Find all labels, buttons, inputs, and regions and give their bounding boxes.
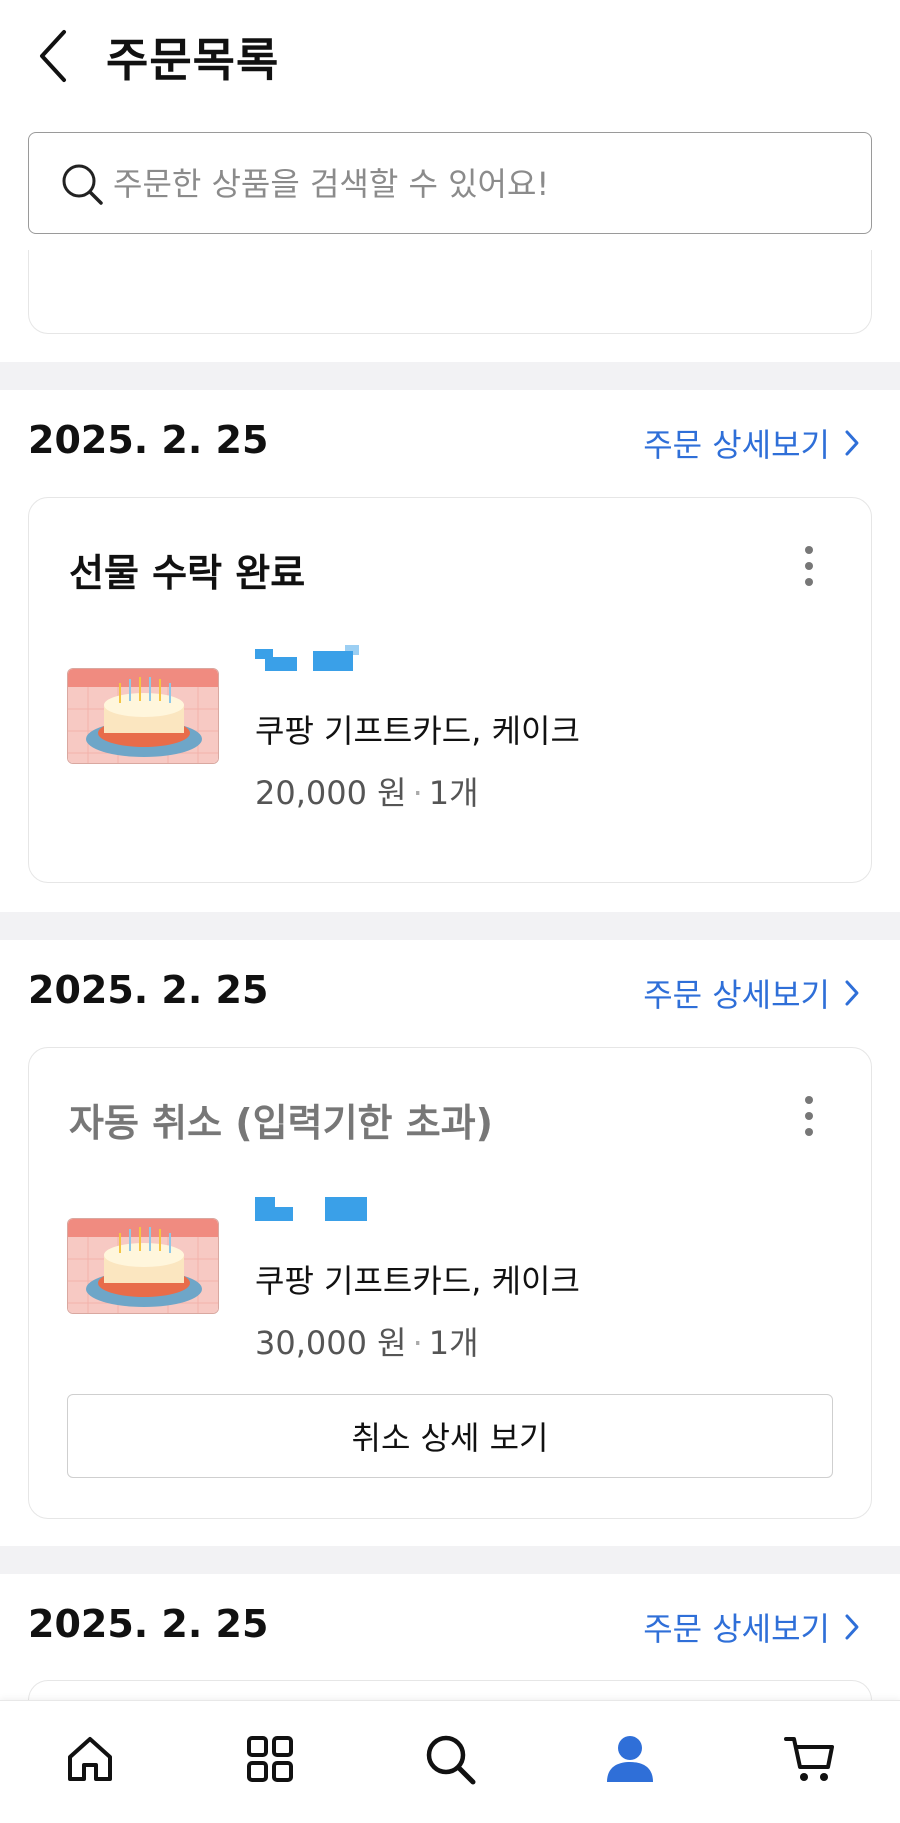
- top-header: 주문목록: [0, 0, 900, 112]
- seller-name-redacted: [255, 1195, 395, 1225]
- order-detail-link-label: 주문 상세보기: [643, 1610, 830, 1648]
- product-name[interactable]: 쿠팡 기프트카드, 케이크: [255, 706, 580, 752]
- cake-giftcard-image: [68, 1219, 218, 1313]
- section-divider: [0, 1546, 900, 1574]
- nav-home-button[interactable]: [60, 1729, 120, 1789]
- order-detail-link[interactable]: 주문 상세보기: [643, 1604, 860, 1650]
- nav-category-button[interactable]: [240, 1729, 300, 1789]
- nav-cart-button[interactable]: [780, 1729, 840, 1789]
- category-grid-icon: [247, 1736, 293, 1782]
- seller-name-redacted: [255, 645, 395, 675]
- section-divider: [0, 362, 900, 390]
- order-date: 2025. 2. 25: [28, 1602, 269, 1646]
- page-title: 주문목록: [106, 33, 280, 87]
- chevron-right-icon: [845, 1614, 859, 1640]
- more-dots-icon: [805, 546, 813, 554]
- search-bar[interactable]: [28, 132, 872, 234]
- more-options-button[interactable]: [799, 1096, 819, 1140]
- order-detail-link-label: 주문 상세보기: [643, 976, 830, 1014]
- order-card[interactable]: 자동 취소 (입력기한 초과) 쿠팡 기프트카드, 케이크 30,000 원 ·…: [28, 1047, 872, 1519]
- nav-search-button[interactable]: [420, 1729, 480, 1789]
- my-account-icon: [607, 1736, 653, 1782]
- price: 20,000 원: [255, 774, 407, 812]
- cancel-detail-button[interactable]: 취소 상세 보기: [67, 1394, 833, 1478]
- search-icon: [62, 164, 103, 205]
- price-quantity: 30,000 원 · 1개: [255, 1324, 479, 1362]
- more-options-button[interactable]: [799, 546, 819, 590]
- price-quantity: 20,000 원 · 1개: [255, 774, 479, 812]
- back-button[interactable]: [30, 26, 80, 86]
- more-dots-icon: [805, 1096, 813, 1104]
- price: 30,000 원: [255, 1324, 407, 1362]
- order-status: 선물 수락 완료: [69, 551, 306, 595]
- search-icon: [426, 1735, 476, 1785]
- quantity: 1개: [428, 774, 479, 812]
- order-status: 자동 취소 (입력기한 초과): [69, 1101, 494, 1145]
- order-detail-link[interactable]: 주문 상세보기: [643, 420, 860, 466]
- bottom-navigation: [0, 1700, 900, 1823]
- order-detail-link[interactable]: 주문 상세보기: [643, 970, 860, 1016]
- chevron-left-icon: [40, 30, 66, 82]
- product-name[interactable]: 쿠팡 기프트카드, 케이크: [255, 1256, 580, 1302]
- order-card[interactable]: 선물 수락 완료 쿠팡 기프트카드, 케이크 20,000 원 · 1개: [28, 497, 872, 883]
- section-divider: [0, 912, 900, 940]
- chevron-right-icon: [845, 980, 859, 1006]
- order-detail-link-label: 주문 상세보기: [643, 426, 830, 464]
- order-date: 2025. 2. 25: [28, 968, 269, 1012]
- home-icon: [68, 1737, 112, 1781]
- nav-my-account-button[interactable]: [600, 1729, 660, 1789]
- search-input[interactable]: [113, 159, 833, 209]
- cake-giftcard-image: [68, 669, 218, 763]
- chevron-right-icon: [845, 430, 859, 456]
- quantity: 1개: [428, 1324, 479, 1362]
- product-thumbnail[interactable]: [67, 668, 219, 764]
- previous-order-card: [28, 250, 872, 334]
- product-thumbnail[interactable]: [67, 1218, 219, 1314]
- cart-icon: [784, 1737, 834, 1781]
- order-date: 2025. 2. 25: [28, 418, 269, 462]
